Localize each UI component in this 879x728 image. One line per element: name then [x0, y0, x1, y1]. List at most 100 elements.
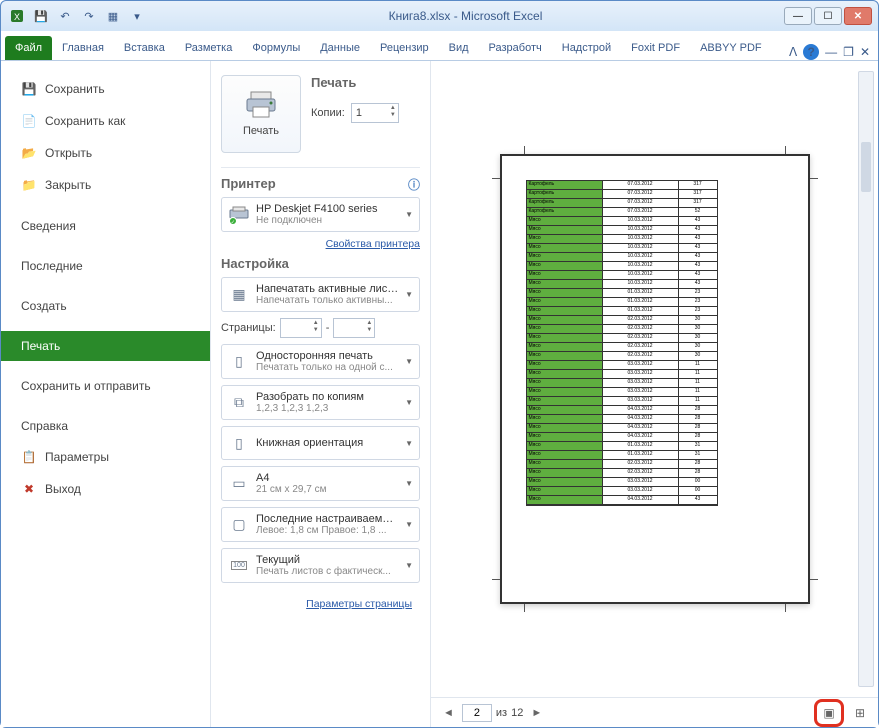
paper-icon: ▭: [228, 473, 250, 495]
save-icon: 💾: [21, 81, 37, 97]
setting-collate[interactable]: ⧉Разобрать по копиям1,2,3 1,2,3 1,2,3▼: [221, 385, 420, 420]
page-number-input[interactable]: [462, 704, 492, 722]
print-preview-panel: Картофель07.03.2012317Картофель07.03.201…: [431, 61, 878, 727]
prev-page-button[interactable]: ◄: [439, 707, 458, 719]
ribbon-tabs: Файл Главная Вставка Разметка Формулы Да…: [1, 31, 878, 61]
options-icon: 📋: [21, 449, 37, 465]
chevron-down-icon: ▼: [405, 479, 413, 488]
tab-abbyy[interactable]: ABBYY PDF: [690, 36, 772, 60]
next-page-button[interactable]: ►: [527, 707, 546, 719]
svg-text:✓: ✓: [231, 219, 235, 224]
sidebar-item-send[interactable]: Сохранить и отправить: [1, 371, 210, 401]
sidebar-item-label: Сохранить как: [45, 114, 125, 128]
mdi-restore-icon[interactable]: ❐: [843, 45, 854, 59]
print-button-label: Печать: [243, 125, 279, 137]
mdi-close-icon[interactable]: ✕: [860, 45, 870, 59]
setting-paper[interactable]: ▭A421 см x 29,7 см▼: [221, 466, 420, 501]
zoom-to-page-button[interactable]: ▣: [819, 704, 839, 722]
annotation-highlight: ▣: [814, 699, 844, 727]
mdi-min-icon[interactable]: —: [825, 45, 837, 59]
print-settings-panel: Печать Копии: 1▲▼ Печать Принтерⓘ ✓ HP D…: [211, 61, 431, 727]
sides-icon: ▯: [228, 351, 250, 373]
chevron-down-icon: ▼: [405, 561, 413, 570]
printer-name: HP Deskjet F4100 series: [256, 203, 399, 215]
setting-scale[interactable]: 100ТекущийПечать листов с фактическ...▼: [221, 548, 420, 583]
pages-to-input[interactable]: ▲▼: [333, 318, 375, 338]
settings-section-heading: Настройка: [221, 256, 420, 271]
close-button[interactable]: ✕: [844, 7, 872, 25]
tab-review[interactable]: Рецензир: [370, 36, 439, 60]
sidebar-item-label: Выход: [45, 482, 81, 496]
sidebar-item-recent[interactable]: Последние: [1, 251, 210, 281]
tab-file[interactable]: Файл: [5, 36, 52, 60]
sidebar-item-save[interactable]: 💾Сохранить: [1, 73, 210, 105]
preview-page: Картофель07.03.2012317Картофель07.03.201…: [500, 154, 810, 604]
setting-sides[interactable]: ▯Односторонняя печатьПечатать только на …: [221, 344, 420, 379]
margins-icon: ▢: [228, 514, 250, 536]
excel-icon[interactable]: X: [7, 6, 27, 26]
sidebar-item-options[interactable]: 📋Параметры: [1, 441, 210, 473]
sidebar-item-label: Сведения: [21, 219, 76, 233]
redo-icon[interactable]: ↷: [79, 6, 99, 26]
show-margins-button[interactable]: ⊞: [850, 704, 870, 722]
setting-print-area[interactable]: ▦Напечатать активные листыНапечатать тол…: [221, 277, 420, 312]
exit-icon: ✖: [21, 481, 37, 497]
tab-developer[interactable]: Разработч: [479, 36, 552, 60]
sidebar-item-saveas[interactable]: 📄 Сохранить как: [1, 105, 210, 137]
printer-info-icon[interactable]: ⓘ: [408, 176, 420, 193]
printer-selector[interactable]: ✓ HP Deskjet F4100 seriesНе подключен ▼: [221, 197, 420, 232]
tab-data[interactable]: Данные: [310, 36, 370, 60]
copies-input[interactable]: 1▲▼: [351, 103, 399, 123]
sidebar-item-label: Последние: [21, 259, 83, 273]
tab-foxit[interactable]: Foxit PDF: [621, 36, 690, 60]
sidebar-item-label: Закрыть: [45, 178, 91, 192]
page-sep: из: [496, 707, 507, 719]
sidebar-item-close[interactable]: 📁 Закрыть: [1, 169, 210, 201]
qat-customize-icon[interactable]: ▾: [127, 6, 147, 26]
minimize-ribbon-icon[interactable]: ᐱ: [789, 45, 797, 59]
tab-addins[interactable]: Надстрой: [552, 36, 621, 60]
tab-insert[interactable]: Вставка: [114, 36, 175, 60]
sidebar-item-help[interactable]: Справка: [1, 411, 210, 441]
backstage-sidebar: 💾Сохранить 📄 Сохранить как 📂 Открыть 📁 Закр…: [1, 61, 211, 727]
preview-table: Картофель07.03.2012317Картофель07.03.201…: [526, 180, 718, 506]
sidebar-item-label: Сохранить и отправить: [21, 379, 151, 393]
tab-view[interactable]: Вид: [439, 36, 479, 60]
page-setup-link[interactable]: Параметры страницы: [306, 598, 412, 610]
pages-from-input[interactable]: ▲▼: [280, 318, 322, 338]
pages-sep: -: [326, 322, 330, 334]
window-title: Книга8.xlsx - Microsoft Excel: [147, 9, 784, 23]
saveas-icon: 📄: [21, 113, 37, 129]
setting-orientation[interactable]: ▯Книжная ориентация▼: [221, 426, 420, 460]
sidebar-item-open[interactable]: 📂 Открыть: [1, 137, 210, 169]
sidebar-item-new[interactable]: Создать: [1, 291, 210, 321]
sidebar-item-label: Открыть: [45, 146, 92, 160]
print-button[interactable]: Печать: [221, 75, 301, 153]
pages-label: Страницы:: [221, 322, 276, 334]
qat-item-icon[interactable]: ▦: [103, 6, 123, 26]
setting-margins[interactable]: ▢Последние настраиваемые ...Левое: 1,8 с…: [221, 507, 420, 542]
svg-text:X: X: [14, 12, 20, 22]
maximize-button[interactable]: ☐: [814, 7, 842, 25]
chevron-down-icon: ▼: [405, 290, 413, 299]
close-folder-icon: 📁: [21, 177, 37, 193]
tab-layout[interactable]: Разметка: [175, 36, 243, 60]
chevron-down-icon: ▼: [405, 439, 413, 448]
sheets-icon: ▦: [228, 284, 250, 306]
printer-icon: [245, 91, 277, 119]
undo-icon[interactable]: ↶: [55, 6, 75, 26]
printer-section-heading: Принтер: [221, 176, 276, 191]
printer-properties-link[interactable]: Свойства принтера: [221, 238, 420, 250]
tab-home[interactable]: Главная: [52, 36, 114, 60]
page-total: 12: [511, 707, 523, 719]
tab-formulas[interactable]: Формулы: [242, 36, 310, 60]
chevron-down-icon: ▼: [405, 210, 413, 219]
sidebar-item-exit[interactable]: ✖ Выход: [1, 473, 210, 505]
minimize-button[interactable]: —: [784, 7, 812, 25]
preview-scrollbar[interactable]: [858, 71, 874, 687]
help-icon[interactable]: ?: [803, 44, 819, 60]
open-icon: 📂: [21, 145, 37, 161]
sidebar-item-info[interactable]: Сведения: [1, 211, 210, 241]
save-icon[interactable]: 💾: [31, 6, 51, 26]
sidebar-item-print[interactable]: Печать: [1, 331, 210, 361]
